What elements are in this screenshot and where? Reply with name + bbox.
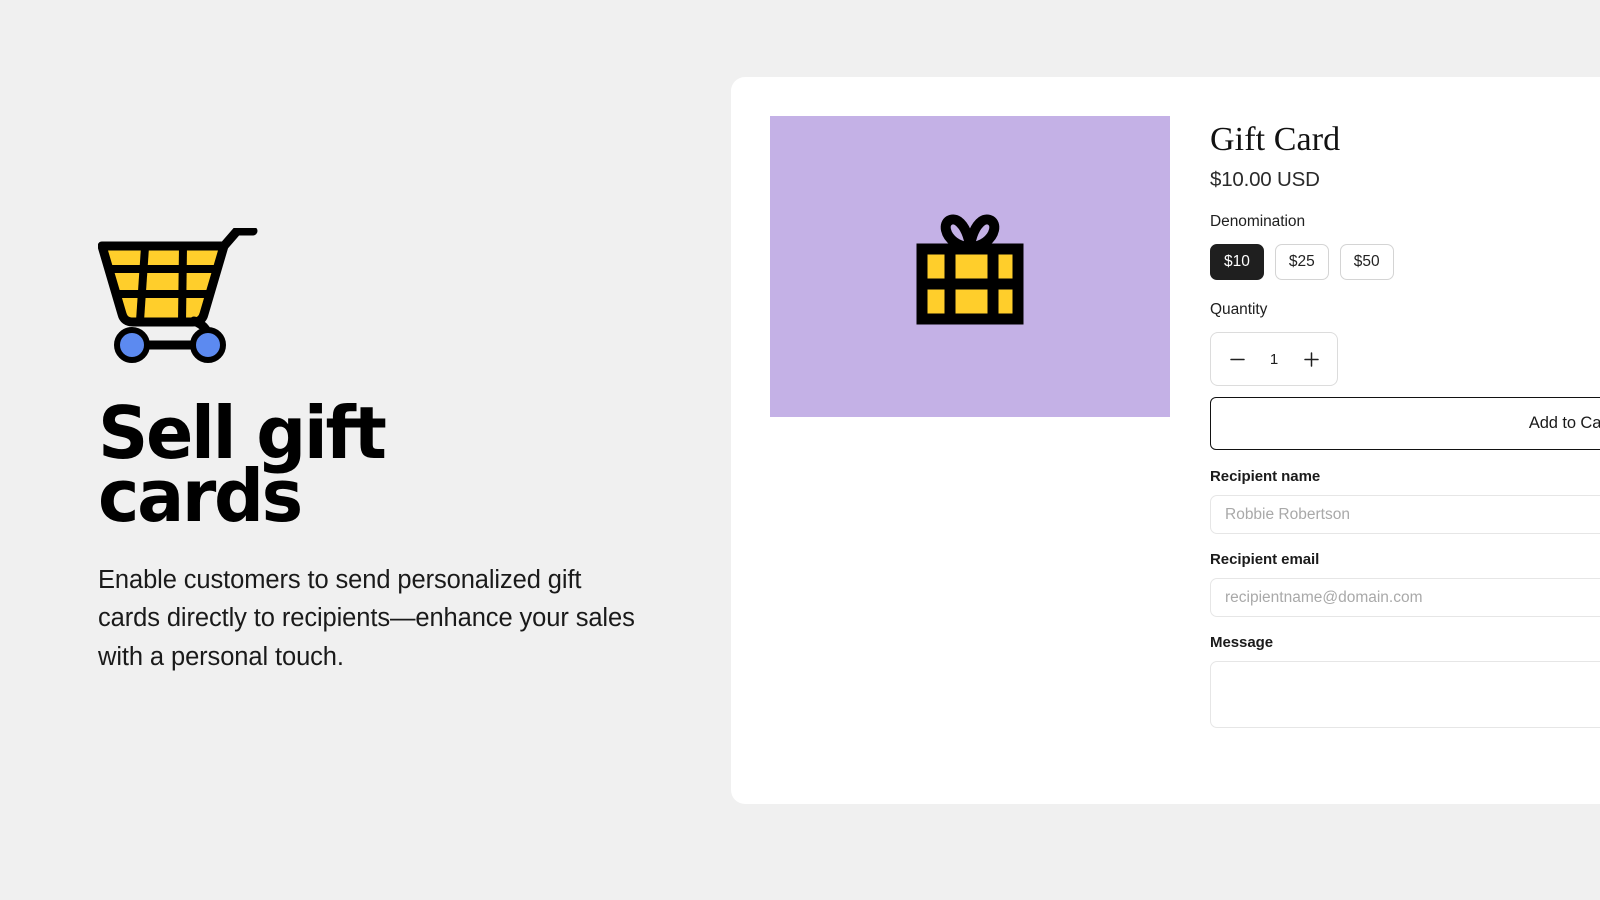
recipient-email-label: Recipient email [1210,551,1320,569]
promo-panel: Sell gift cards Enable customers to send… [98,228,698,677]
product-details: Gift Card $10.00 USD Denomination $10 $2… [1210,116,1600,804]
gift-recipient-form: Recipient name Recipient email Message [1210,468,1600,733]
product-title: Gift Card [1210,121,1341,158]
denomination-option-25[interactable]: $25 [1274,244,1329,281]
page-root: Sell gift cards Enable customers to send… [0,0,1600,900]
recipient-name-label: Recipient name [1210,468,1321,486]
add-to-cart-button[interactable]: Add to Cart [1210,397,1600,451]
message-label: Message [1210,634,1274,652]
recipient-email-input[interactable] [1210,578,1600,618]
plus-icon[interactable] [1300,348,1322,370]
denomination-label: Denomination [1210,213,1306,231]
product-image [770,116,1170,417]
gift-box-icon [908,205,1032,329]
message-group: Message [1210,634,1600,733]
page-title: Sell gift cards [98,391,387,539]
denomination-options: $10 $25 $50 [1210,244,1600,281]
quantity-value[interactable]: 1 [1267,351,1281,368]
denomination-option-50[interactable]: $50 [1339,244,1394,281]
minus-icon[interactable] [1226,348,1248,370]
shopping-cart-icon [98,228,698,364]
recipient-email-group: Recipient email [1210,551,1600,618]
product-price: $10.00 USD [1210,168,1320,192]
promo-description: Enable customers to send personalized gi… [98,565,635,672]
recipient-name-group: Recipient name [1210,468,1600,535]
message-textarea[interactable] [1210,661,1600,729]
denomination-option-10[interactable]: $10 [1210,244,1264,281]
product-card: Gift Card $10.00 USD Denomination $10 $2… [731,77,1600,804]
quantity-stepper: 1 [1210,332,1338,387]
quantity-label: Quantity [1210,301,1268,319]
recipient-name-input[interactable] [1210,495,1600,535]
